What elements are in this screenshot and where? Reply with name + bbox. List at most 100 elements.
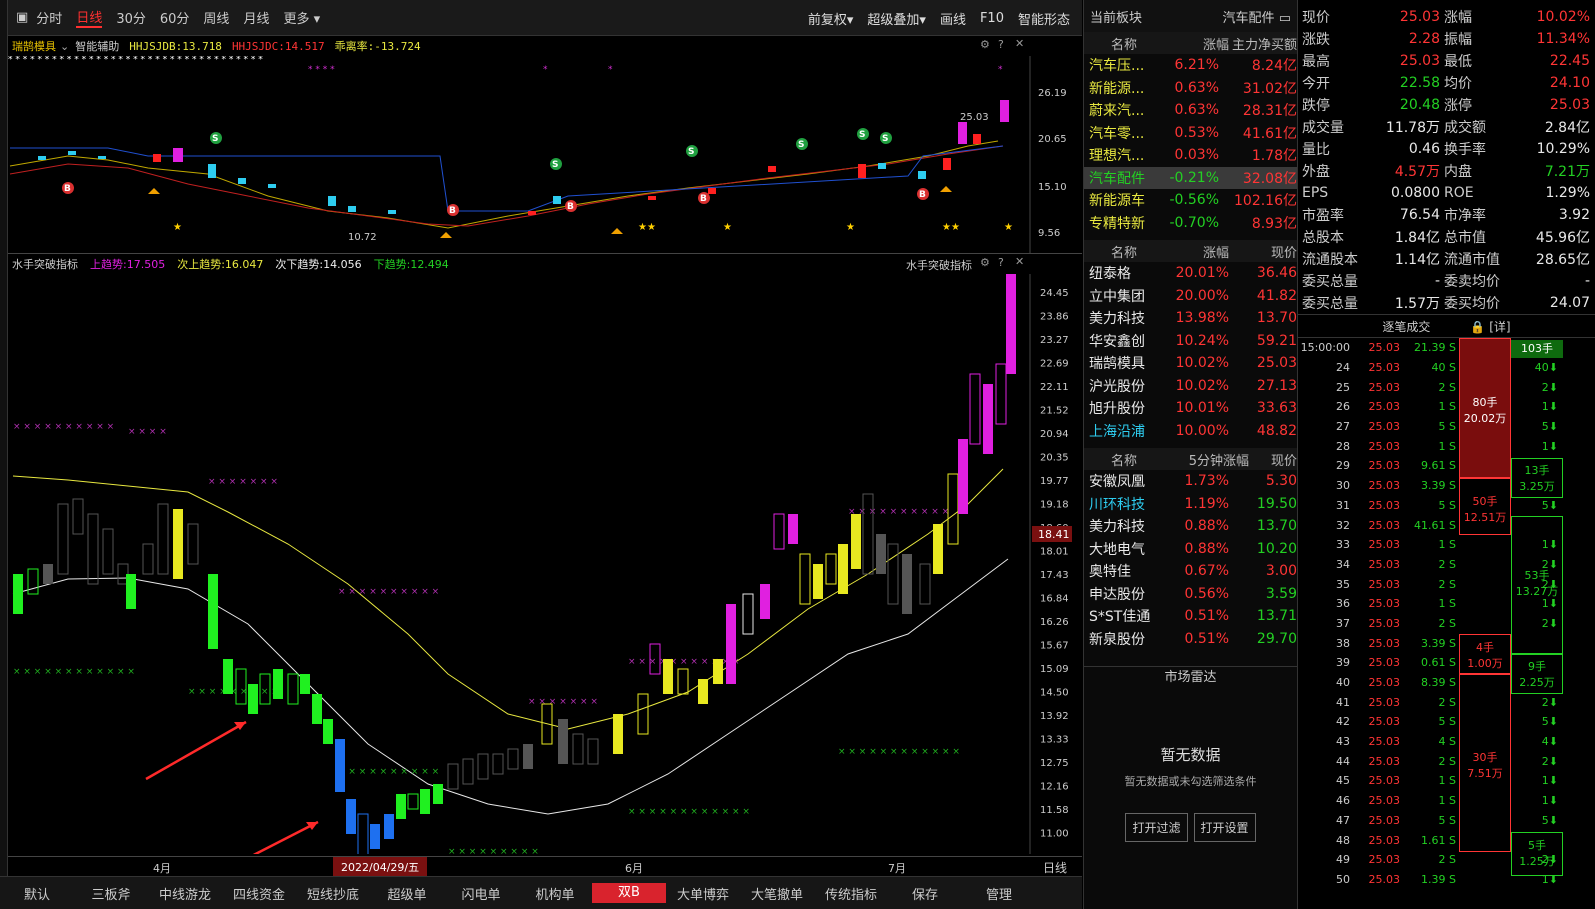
tick-row: 26 25.03 1 S	[1298, 397, 1458, 417]
list-row[interactable]: 汽车零... 0.53% 41.61亿	[1084, 122, 1297, 145]
trend-sub-up: 次上趋势:16.047	[177, 258, 264, 271]
indicator-chart[interactable]: 24.45 23.86 23.27 22.69 22.11 21.52 20.94 20.35…	[8, 274, 1082, 854]
help-icon[interactable]: ?	[998, 256, 1004, 269]
tab-zhongxian[interactable]: 中线游龙	[148, 884, 222, 903]
tab-jigou[interactable]: 机构单	[518, 884, 592, 903]
list-row[interactable]: 新泉股份 0.51% 29.70	[1084, 628, 1297, 651]
list-row[interactable]: 沪光股份 10.02% 27.13	[1084, 375, 1297, 398]
list-row[interactable]: 汽车压... 6.21% 8.24亿	[1084, 54, 1297, 77]
adjust-dropdown[interactable]: 前复权▾	[808, 9, 854, 28]
close-icon[interactable]: ✕	[1015, 255, 1024, 268]
list-row[interactable]: 新能源... 0.63% 31.02亿	[1084, 77, 1297, 100]
y-tick: 15.67	[1040, 641, 1069, 652]
f10-button[interactable]: F10	[980, 11, 1004, 26]
tick-row: 32 25.03 41.61 S	[1298, 515, 1458, 535]
list-row[interactable]: 川环科技 1.19% 19.50	[1084, 493, 1297, 516]
layout-icon[interactable]: ▣	[16, 10, 28, 25]
window-icon[interactable]: ▭	[1279, 11, 1291, 26]
open-filter-button[interactable]: 打开过滤	[1125, 813, 1188, 842]
list-row[interactable]: 理想汽... 0.03% 1.78亿	[1084, 144, 1297, 167]
row-change: 1.73%	[1184, 473, 1229, 490]
list-row[interactable]: 申达股份 0.56% 3.59	[1084, 583, 1297, 606]
tick-time: 37	[1336, 616, 1350, 630]
y-tick: 14.50	[1040, 688, 1069, 699]
candle	[958, 439, 968, 514]
list-row[interactable]: 大地电气 0.88% 10.20	[1084, 538, 1297, 561]
list-row[interactable]: 新能源车 -0.56% 102.16亿	[1084, 189, 1297, 212]
smart-pattern-button[interactable]: 智能形态	[1018, 9, 1070, 28]
y-tick: 22.69	[1040, 359, 1069, 370]
svg-text:× × × × × × ×: × × × × × × ×	[528, 697, 598, 707]
tab-30min[interactable]: 30分	[116, 8, 146, 27]
row-name: 华安鑫创	[1089, 333, 1145, 350]
list-row[interactable]: 蔚来汽... 0.63% 28.31亿	[1084, 99, 1297, 122]
overlay-dropdown[interactable]: 超级叠加▾	[867, 9, 926, 28]
tab-dabi[interactable]: 大笔撤单	[740, 884, 814, 903]
lock-icon[interactable]: 🔒	[1470, 320, 1485, 334]
radar-hint: 暂无数据或未勾选筛选条件	[1124, 775, 1257, 788]
list-row[interactable]: 美力科技 13.98% 13.70	[1084, 307, 1297, 330]
tab-fenshi[interactable]: 分时	[36, 8, 62, 27]
candle	[27, 568, 39, 595]
tick-price: 25.03	[1368, 361, 1401, 375]
indicator-name[interactable]: 水手突破指标	[12, 256, 78, 272]
candle	[713, 659, 723, 684]
open-settings-button[interactable]: 打开设置	[1193, 813, 1256, 842]
tab-monthly[interactable]: 月线	[243, 8, 269, 27]
list-row[interactable]: 立中集团 20.00% 41.82	[1084, 285, 1297, 308]
row-value: 8.93亿	[1251, 215, 1297, 232]
settings-icon[interactable]: ⚙	[980, 38, 990, 51]
row-value: 5.30	[1265, 473, 1297, 490]
chevron-down-icon[interactable]: ⌄	[60, 40, 69, 53]
list-row[interactable]: 美力科技 0.88% 13.70	[1084, 515, 1297, 538]
tab-manage[interactable]: 管理	[962, 884, 1036, 903]
tab-daily[interactable]: 日线	[76, 7, 103, 28]
quote-value: 20.48	[1399, 97, 1440, 113]
list-row[interactable]: 汽车配件 -0.21% 32.08亿	[1084, 166, 1297, 189]
candle	[102, 528, 114, 575]
tick-time: 45	[1336, 774, 1350, 788]
settings-icon[interactable]: ⚙	[980, 256, 990, 269]
tab-sixian[interactable]: 四线资金	[222, 884, 296, 903]
sector-name[interactable]: 汽车配件	[1223, 11, 1275, 26]
tick-row: 39 25.03 0.61 S	[1298, 653, 1458, 673]
list-row[interactable]: 旭升股份 10.01% 33.63	[1084, 397, 1297, 420]
tab-more[interactable]: 更多 ▾	[283, 8, 320, 27]
tab-default[interactable]: 默认	[0, 884, 74, 903]
candle	[370, 824, 380, 849]
stock-name[interactable]: 瑞鹄模具	[12, 38, 56, 54]
help-icon[interactable]: ?	[998, 38, 1004, 51]
list-row[interactable]: S*ST佳通 0.51% 13.71	[1084, 605, 1297, 628]
list-row[interactable]: 瑞鹄模具 10.02% 25.03	[1084, 352, 1297, 375]
list-row[interactable]: 华安鑫创 10.24% 59.21	[1084, 330, 1297, 353]
quote-value: -	[1584, 273, 1590, 289]
tick-price: 25.03	[1368, 400, 1401, 414]
tab-dadan[interactable]: 大单博弈	[666, 884, 740, 903]
row-name: 安徽凤凰	[1089, 474, 1145, 491]
list-row[interactable]: 安徽凤凰 1.73% 5.30	[1084, 470, 1297, 493]
row-name: 理想汽...	[1089, 148, 1145, 165]
tab-chuantong[interactable]: 传统指标	[814, 884, 888, 903]
order-block-1: 80手 20.02万	[1459, 338, 1511, 478]
quote-row: 成交量 11.78万 成交额 2.84亿	[1302, 116, 1591, 138]
row-change: 0.53%	[1174, 124, 1219, 141]
list-row[interactable]: 上海沿浦 10.00% 48.82	[1084, 420, 1297, 443]
tab-shandian[interactable]: 闪电单	[444, 884, 518, 903]
ticks-detail-link[interactable]: [详]	[1489, 320, 1510, 334]
draw-button[interactable]: 画线	[940, 9, 966, 28]
kline-chart-1[interactable]: * * * * * * * * * * * * * * * * * * * * …	[8, 56, 1082, 253]
list-row[interactable]: 专精特新 -0.70% 8.93亿	[1084, 212, 1297, 235]
list-row[interactable]: 纽泰格 20.01% 36.46	[1084, 262, 1297, 285]
tab-sanbanfu[interactable]: 三板斧	[74, 884, 148, 903]
list-row[interactable]: 奥特佳 0.67% 3.00	[1084, 560, 1297, 583]
tab-weekly[interactable]: 周线	[203, 8, 229, 27]
tab-save[interactable]: 保存	[888, 884, 962, 903]
svg-text:× × × × × × × × × × × ×: × × × × × × × × × × × ×	[838, 747, 960, 757]
close-icon[interactable]: ✕	[1015, 37, 1024, 50]
quote-value: 24.07	[1549, 295, 1590, 311]
tab-60min[interactable]: 60分	[160, 8, 190, 27]
tab-chaoji[interactable]: 超级单	[370, 884, 444, 903]
tick-volume: 9.61 S	[1421, 459, 1456, 473]
tab-shuangb[interactable]: 双B	[592, 883, 666, 903]
tab-chaodi[interactable]: 短线抄底	[296, 884, 370, 903]
